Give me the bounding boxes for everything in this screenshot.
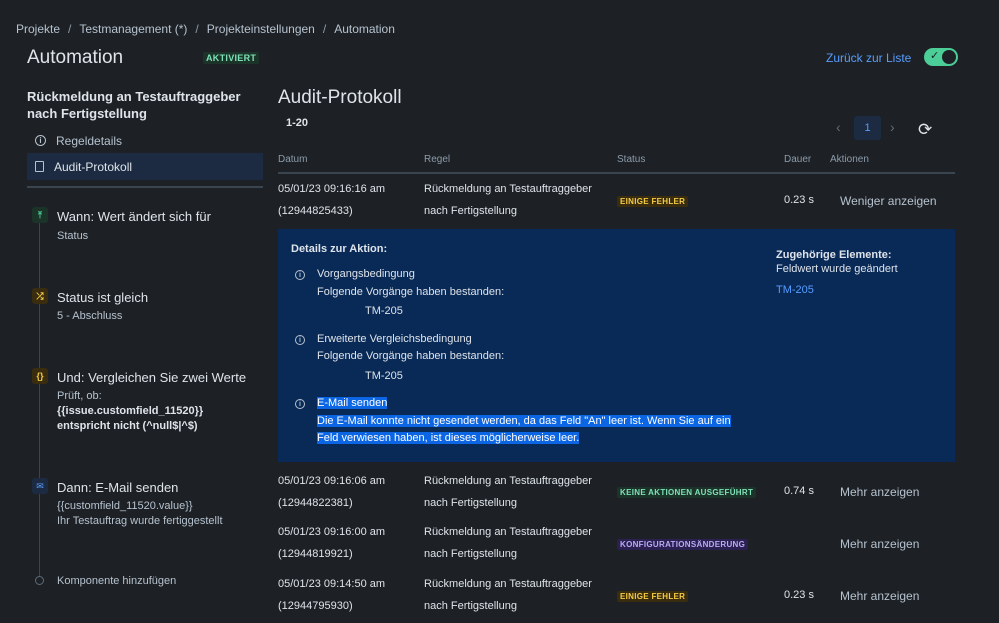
document-icon (35, 161, 44, 172)
detail-heading: Erweiterte Vergleichsbedingung (317, 333, 472, 345)
column-header-aktionen: Aktionen (830, 154, 869, 165)
table-row-rule-cont: nach Fertigstellung (424, 548, 517, 560)
table-row-rule: Rückmeldung an Testauftraggeber (424, 526, 592, 538)
info-icon: i (295, 335, 305, 345)
table-row-id: (12944822381) (278, 497, 353, 509)
mail-icon: ✉ (32, 478, 48, 494)
sidebar-divider (27, 186, 263, 188)
toggle-knob (942, 50, 956, 64)
show-more-button[interactable]: Mehr anzeigen (840, 537, 919, 551)
table-row-rule: Rückmeldung an Testauftraggeber (424, 475, 592, 487)
add-component-dot (35, 576, 44, 585)
component-condition-detail: 5 - Abschluss (57, 310, 123, 322)
timeline-line (39, 218, 40, 580)
show-more-button[interactable]: Mehr anzeigen (840, 485, 919, 499)
show-less-button[interactable]: Weniger anzeigen (840, 194, 937, 208)
table-row-rule-cont: nach Fertigstellung (424, 497, 517, 509)
status-badge: KEINE AKTIONEN AUSGEFÜHRT (617, 487, 757, 498)
detail-issue: TM-205 (365, 305, 403, 317)
related-elements-sub: Feldwert wurde geändert (776, 263, 898, 275)
status-badge: EINIGE FEHLER (617, 591, 689, 602)
component-compare-field: {{issue.customfield_11520}} (57, 404, 203, 419)
breadcrumb-projekte[interactable]: Projekte (16, 22, 60, 36)
email-error-line-cont: Feld verwiesen haben, ist dieses möglich… (317, 432, 580, 444)
detail-line: Folgende Vorgänge haben bestanden: (317, 286, 505, 298)
braces-icon: {} (32, 368, 48, 384)
status-badge: KONFIGURATIONSÄNDERUNG (617, 539, 749, 550)
back-to-list-link[interactable]: Zurück zur Liste (826, 51, 911, 65)
rule-name: Rückmeldung an Testauftraggeber nach Fer… (27, 89, 241, 121)
column-header-regel: Regel (424, 154, 451, 165)
table-row-date: 05/01/23 09:16:00 am (278, 526, 386, 538)
compare-field-value: {{issue.customfield_11520}} (57, 405, 204, 417)
rule-enabled-toggle[interactable]: ✓ (924, 48, 958, 66)
info-icon: i (35, 135, 46, 146)
trigger-icon: ⤒ (32, 207, 48, 223)
page-title: Automation (27, 47, 124, 68)
table-row-id: (12944795930) (278, 600, 353, 612)
table-row-id: (12944819921) (278, 548, 353, 560)
shuffle-icon: ⤮ (32, 288, 48, 304)
table-row-date: 05/01/23 09:16:06 am (278, 475, 386, 487)
breadcrumb-separator: / (195, 22, 199, 36)
chevron-right-icon[interactable]: › (890, 119, 895, 135)
result-range: 1-20 (286, 117, 309, 129)
component-action[interactable]: Dann: E-Mail senden (57, 480, 178, 495)
component-compare-operator: entspricht nicht (^null$|^$) (57, 419, 198, 434)
component-compare-detail: Prüft, ob: (57, 390, 102, 402)
email-heading: E-Mail senden (317, 397, 388, 409)
table-header-divider (278, 172, 955, 174)
add-component-button[interactable]: Komponente hinzufügen (57, 575, 176, 587)
related-elements-title: Zugehörige Elemente: (776, 249, 892, 261)
info-icon: i (295, 270, 305, 280)
column-header-status: Status (617, 154, 646, 165)
related-issue-link[interactable]: TM-205 (776, 284, 814, 296)
component-action-field: {{customfield_11520.value}} (57, 500, 193, 512)
breadcrumb-separator: / (68, 22, 72, 36)
table-row-duration: 0.23 s (784, 589, 814, 601)
detail-issue: TM-205 (365, 370, 403, 382)
component-trigger-detail: Status (57, 230, 89, 242)
refresh-icon[interactable]: ⟳ (918, 120, 932, 140)
compare-operator-value: entspricht nicht (^null$|^$) (57, 420, 198, 432)
chevron-left-icon[interactable]: ‹ (836, 119, 841, 135)
audit-title: Audit-Protokoll (278, 87, 402, 108)
table-row-rule: Rückmeldung an Testauftraggeber (424, 578, 592, 590)
sidebar-item-audit-protokoll[interactable]: Audit-Protokoll (27, 153, 263, 180)
component-compare[interactable]: Und: Vergleichen Sie zwei Werte (57, 370, 246, 385)
component-condition[interactable]: Status ist gleich (57, 290, 148, 305)
breadcrumb-separator: / (322, 22, 327, 36)
sidebar-item-label: Regeldetails (56, 133, 123, 148)
details-title: Details zur Aktion: (291, 243, 388, 255)
breadcrumb-projekteinstellungen[interactable]: Projekteinstellungen (207, 22, 315, 36)
table-row-rule-cont: nach Fertigstellung (424, 205, 517, 217)
sidebar-item-label: Audit-Protokoll (54, 159, 133, 174)
column-header-dauer: Dauer (784, 154, 812, 165)
breadcrumb-automation[interactable]: Automation (334, 22, 395, 36)
detail-heading: Vorgangsbedingung (317, 268, 415, 280)
table-row-date: 05/01/23 09:16:16 am (278, 183, 386, 195)
table-row-rule: Rückmeldung an Testauftraggeber (424, 183, 592, 195)
breadcrumb: Projekte / Testmanagement (*) / Projekte… (16, 22, 395, 36)
detail-line: Folgende Vorgänge haben bestanden: (317, 350, 505, 362)
component-action-subject: Ihr Testauftrag wurde fertiggestellt (57, 515, 223, 527)
email-error-line: Die E-Mail konnte nicht gesendet werden,… (317, 415, 731, 427)
show-more-button[interactable]: Mehr anzeigen (840, 589, 919, 603)
component-trigger[interactable]: Wann: Wert ändert sich für (57, 209, 211, 224)
table-row-rule-cont: nach Fertigstellung (424, 600, 517, 612)
page-button-current[interactable]: 1 (854, 116, 881, 140)
table-row-duration: 0.74 s (784, 485, 814, 497)
sidebar-item-regeldetails[interactable]: i Regeldetails (27, 127, 263, 154)
info-icon: i (295, 399, 305, 409)
column-header-datum: Datum (278, 154, 308, 165)
table-row-date: 05/01/23 09:14:50 am (278, 578, 386, 590)
breadcrumb-testmanagement[interactable]: Testmanagement (*) (79, 22, 187, 36)
status-badge: EINIGE FEHLER (617, 196, 689, 207)
status-badge: AKTIVIERT (203, 52, 260, 64)
table-row-id: (12944825433) (278, 205, 353, 217)
check-icon: ✓ (930, 50, 940, 62)
table-row-duration: 0.23 s (784, 194, 814, 206)
